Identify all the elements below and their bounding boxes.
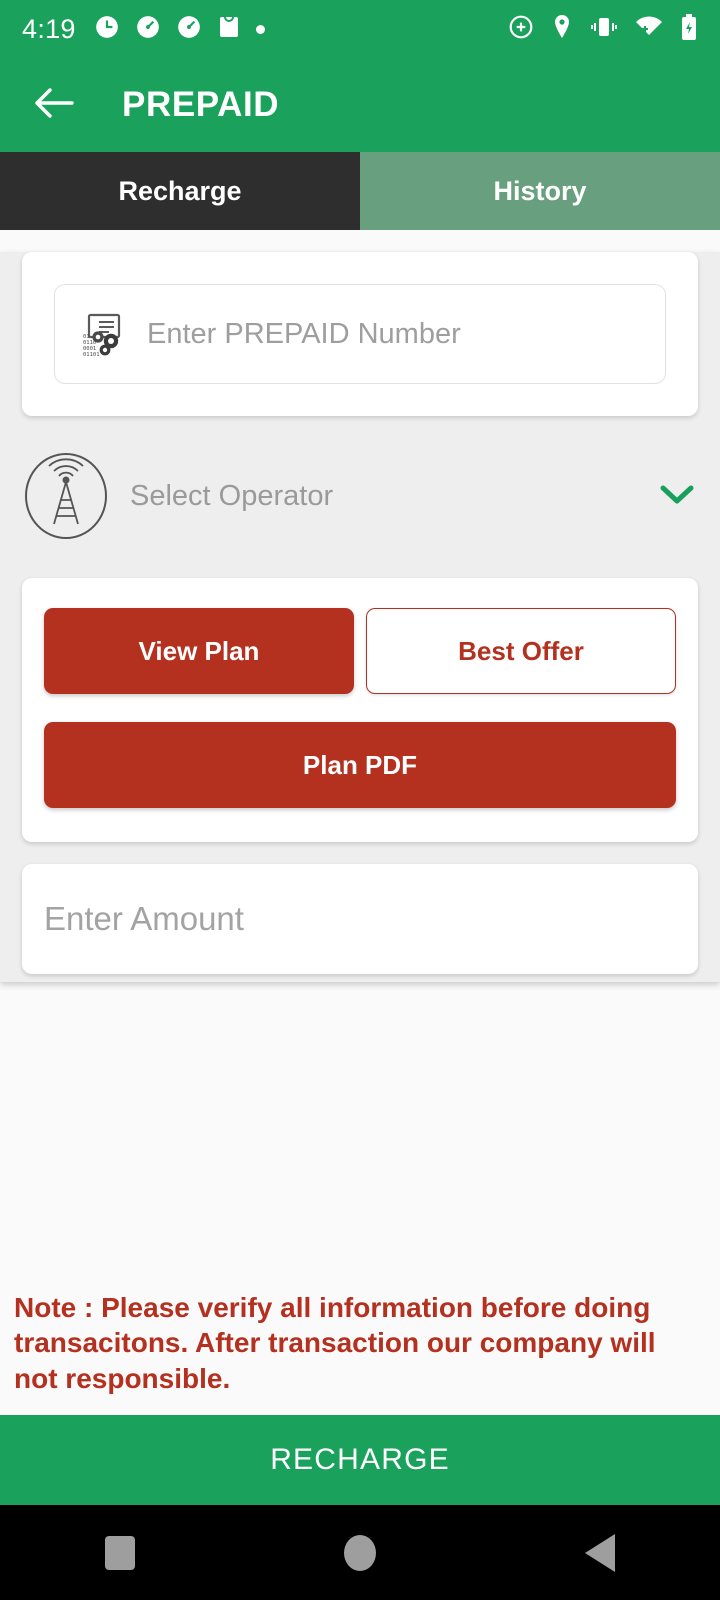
amount-placeholder: Enter Amount bbox=[44, 900, 244, 937]
main-content: 01 0110 0001 01101 Enter PREPAID Number bbox=[0, 230, 720, 1415]
svg-text:01101: 01101 bbox=[83, 352, 100, 357]
clock-icon bbox=[94, 14, 120, 45]
back-triangle-icon bbox=[585, 1533, 615, 1572]
speedometer-icon bbox=[135, 14, 161, 45]
home-circle-icon bbox=[344, 1534, 376, 1571]
shopping-bag-icon bbox=[217, 14, 241, 45]
dot-indicator-icon bbox=[255, 24, 265, 34]
amount-input[interactable]: Enter Amount bbox=[22, 864, 698, 974]
arrow-left-icon bbox=[32, 85, 76, 126]
plan-buttons-row: View Plan Best Offer bbox=[44, 608, 676, 694]
battery-charging-icon bbox=[680, 13, 698, 46]
home-button[interactable] bbox=[300, 1505, 420, 1600]
plan-pdf-button[interactable]: Plan PDF bbox=[44, 722, 676, 808]
select-operator-label: Select Operator bbox=[130, 479, 334, 512]
recharge-button-label: RECHARGE bbox=[270, 1443, 450, 1476]
prepaid-document-gear-icon: 01 0110 0001 01101 bbox=[81, 311, 125, 358]
speedometer-icon bbox=[176, 14, 202, 45]
app-bar: PREPAID bbox=[0, 58, 720, 152]
prepaid-number-placeholder: Enter PREPAID Number bbox=[147, 317, 461, 350]
recharge-button[interactable]: RECHARGE bbox=[0, 1415, 720, 1505]
tab-bar: Recharge History bbox=[0, 152, 720, 230]
cell-tower-icon bbox=[22, 452, 110, 540]
phone-screen: 4:19 PREPAID Recharge History 01 0110 00… bbox=[0, 0, 720, 1600]
location-pin-icon bbox=[551, 14, 573, 45]
back-button[interactable] bbox=[28, 79, 80, 131]
android-navigation-bar bbox=[0, 1505, 720, 1600]
recents-square-icon bbox=[105, 1535, 135, 1570]
chevron-down-icon[interactable] bbox=[658, 481, 696, 512]
tab-recharge[interactable]: Recharge bbox=[0, 152, 360, 230]
prepaid-number-card: 01 0110 0001 01101 Enter PREPAID Number bbox=[22, 252, 698, 416]
status-bar-system-icons bbox=[508, 13, 698, 46]
back-nav-button[interactable] bbox=[540, 1505, 660, 1600]
status-bar-clock: 4:19 bbox=[22, 13, 76, 44]
view-plan-button[interactable]: View Plan bbox=[44, 608, 354, 694]
form-scroll-area: 01 0110 0001 01101 Enter PREPAID Number bbox=[0, 252, 720, 982]
prepaid-number-input[interactable]: 01 0110 0001 01101 Enter PREPAID Number bbox=[54, 284, 666, 384]
tab-history[interactable]: History bbox=[360, 152, 720, 230]
wifi-icon bbox=[635, 14, 663, 45]
disclaimer-note: Note : Please verify all information bef… bbox=[14, 1291, 656, 1395]
best-offer-button[interactable]: Best Offer bbox=[366, 608, 676, 694]
plan-actions-card: View Plan Best Offer Plan PDF bbox=[22, 578, 698, 842]
recents-button[interactable] bbox=[60, 1505, 180, 1600]
select-operator-row[interactable]: Select Operator bbox=[0, 438, 720, 554]
vibrate-icon bbox=[590, 14, 618, 45]
add-circle-icon bbox=[508, 14, 534, 45]
page-title: PREPAID bbox=[122, 85, 280, 124]
status-bar-notification-icons bbox=[94, 14, 265, 45]
status-bar: 4:19 bbox=[0, 0, 720, 58]
